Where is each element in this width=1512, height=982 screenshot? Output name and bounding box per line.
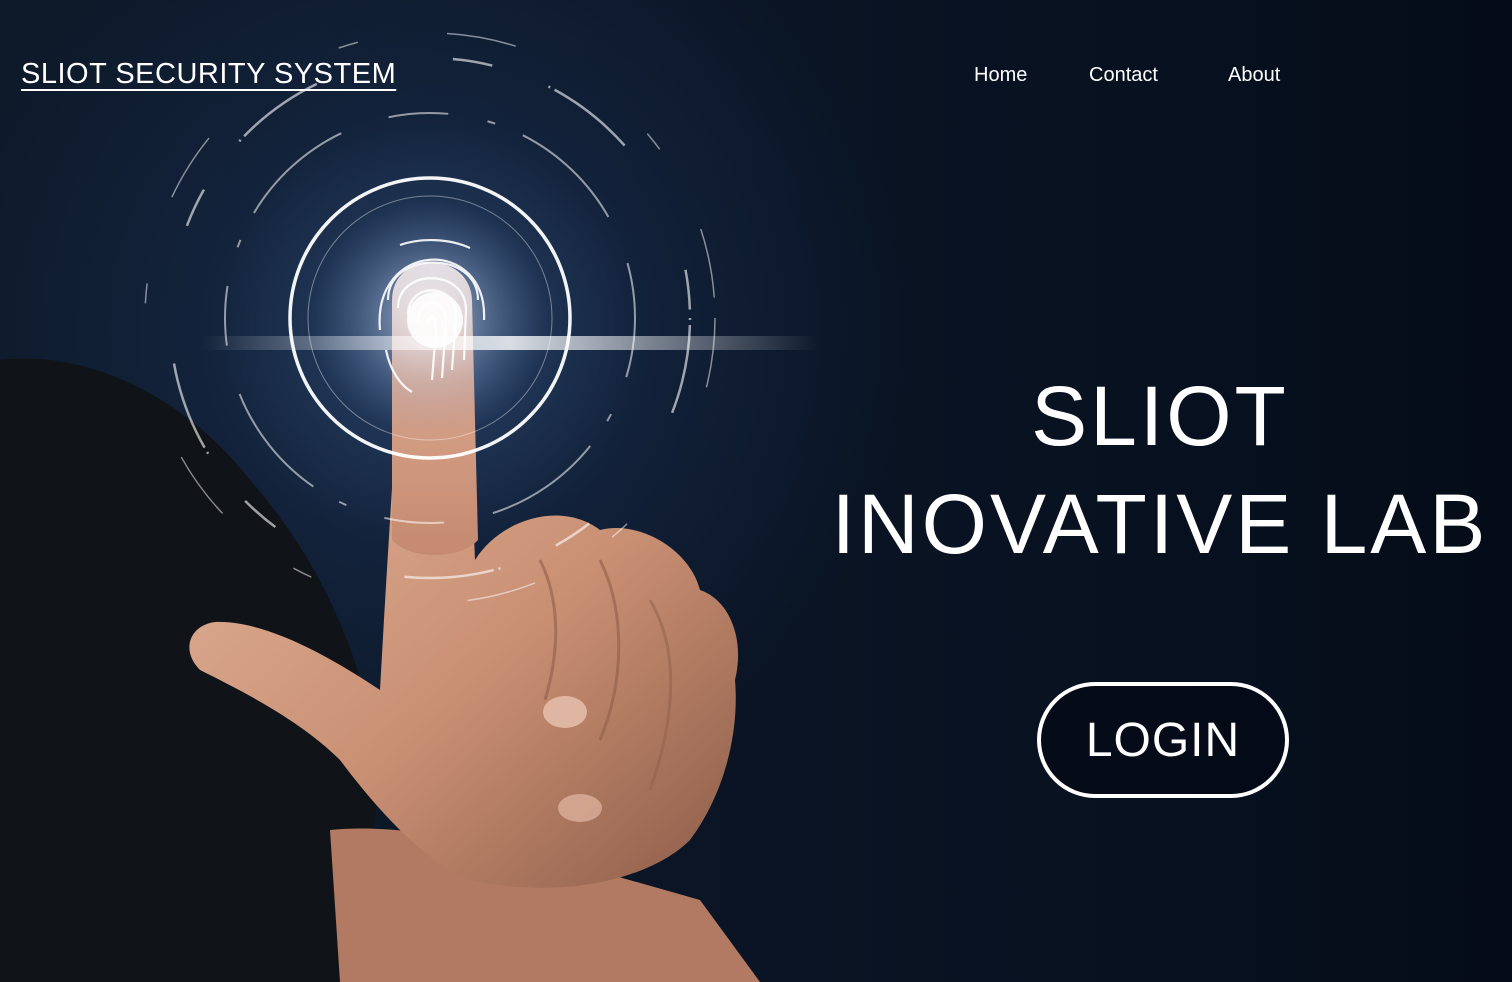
hero-headline: SLIOT INOVATIVE LAB — [820, 362, 1500, 578]
hero-headline-line1: SLIOT — [1031, 369, 1289, 463]
nav-about-link[interactable]: About — [1228, 64, 1280, 87]
main-nav: Home Contact About — [0, 64, 1512, 94]
hero-headline-line2: INOVATIVE LAB — [831, 477, 1489, 571]
nav-home-link[interactable]: Home — [974, 64, 1027, 87]
nav-contact-link[interactable]: Contact — [1089, 64, 1158, 87]
login-button[interactable]: LOGIN — [1037, 682, 1289, 798]
